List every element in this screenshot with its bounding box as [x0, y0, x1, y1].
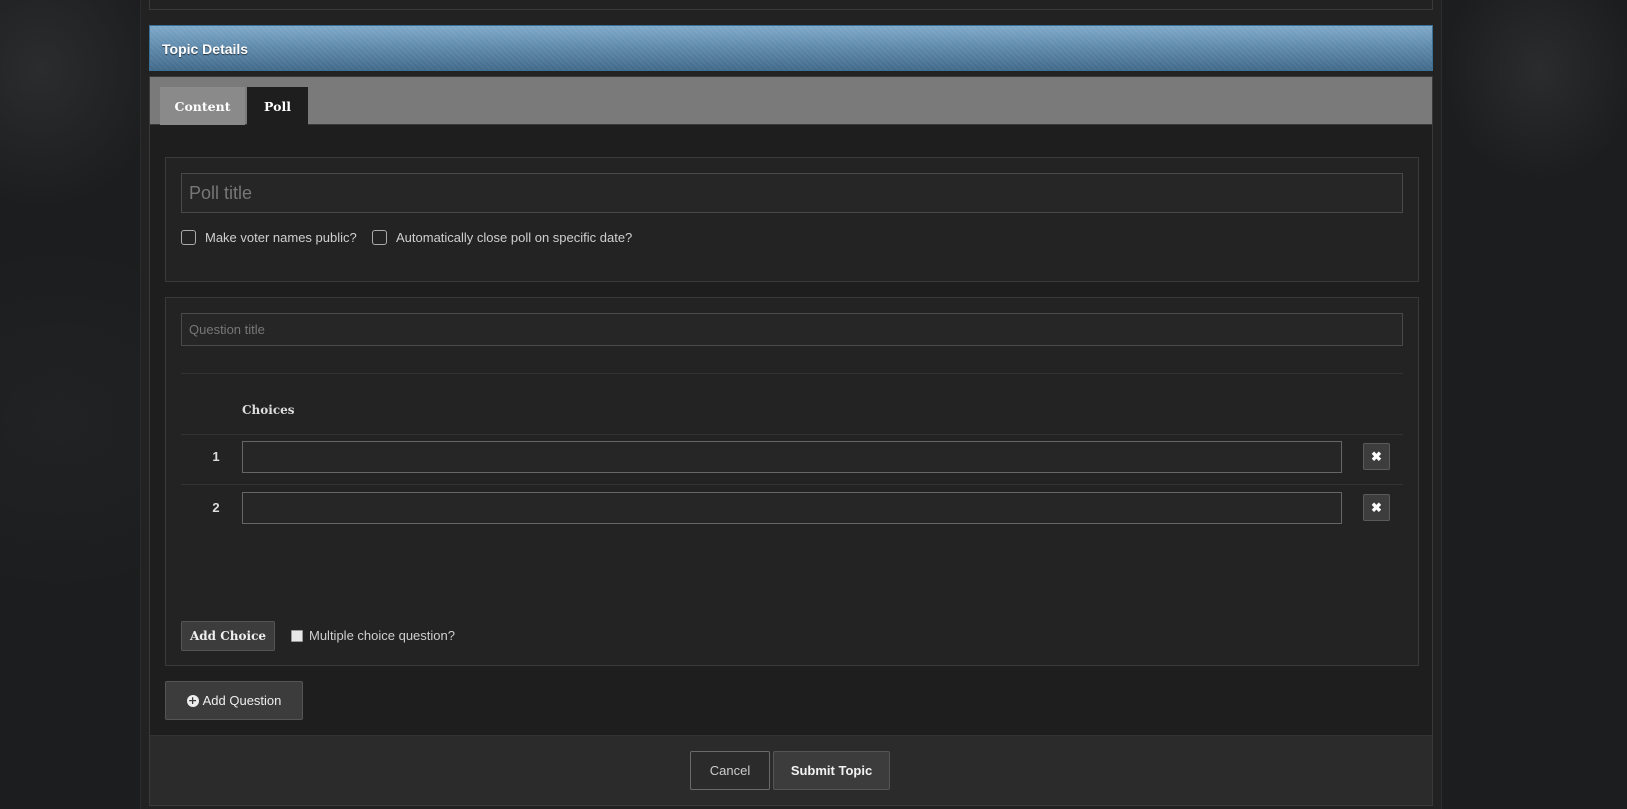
auto-close-label: Automatically close poll on specific dat…	[396, 230, 633, 245]
remove-choice-button[interactable]: ✖	[1363, 494, 1390, 521]
choice-number: 1	[212, 449, 220, 464]
divider	[181, 484, 1403, 485]
divider	[181, 373, 1403, 374]
cancel-button[interactable]: Cancel	[690, 751, 770, 790]
choice-input-1[interactable]	[242, 441, 1342, 473]
poll-settings-box: Make voter names public? Automatically c…	[165, 157, 1419, 282]
add-question-button[interactable]: + Add Question	[165, 681, 303, 720]
multiple-choice-option[interactable]: Multiple choice question?	[291, 628, 455, 643]
tab-content[interactable]: Content	[160, 87, 245, 125]
tab-poll[interactable]: Poll	[247, 87, 308, 125]
divider	[181, 434, 1403, 435]
tab-bar: Content Poll	[150, 77, 1432, 125]
submit-topic-button[interactable]: Submit Topic	[773, 751, 890, 790]
section-title: Topic Details	[162, 41, 249, 57]
form-footer: Cancel Submit Topic	[150, 735, 1432, 805]
remove-choice-button[interactable]: ✖	[1363, 443, 1390, 470]
choices-header: Choices	[242, 403, 295, 417]
auto-close-checkbox[interactable]	[372, 230, 387, 245]
close-icon: ✖	[1371, 448, 1382, 464]
question-title-input[interactable]	[181, 313, 1403, 346]
voter-names-public-label: Make voter names public?	[205, 230, 357, 245]
previous-section-edge	[149, 0, 1433, 10]
close-icon: ✖	[1371, 499, 1382, 515]
topic-details-panel: Content Poll Make voter names public? Au…	[149, 76, 1433, 806]
choice-input-2[interactable]	[242, 492, 1342, 524]
section-header: Topic Details	[149, 25, 1433, 71]
add-choice-button[interactable]: Add Choice	[181, 621, 275, 651]
multiple-choice-checkbox[interactable]	[291, 629, 303, 642]
plus-circle-icon: +	[186, 693, 199, 707]
voter-names-public-option[interactable]: Make voter names public?	[181, 230, 357, 245]
voter-names-public-checkbox[interactable]	[181, 230, 196, 245]
multiple-choice-label: Multiple choice question?	[309, 628, 455, 643]
add-question-label: Add Question	[202, 693, 282, 708]
question-box: Choices 1 ✖ 2 ✖ Add Choice Multiple choi…	[165, 297, 1419, 666]
poll-title-input[interactable]	[181, 173, 1403, 213]
auto-close-option[interactable]: Automatically close poll on specific dat…	[372, 230, 632, 245]
choice-number: 2	[212, 500, 220, 515]
